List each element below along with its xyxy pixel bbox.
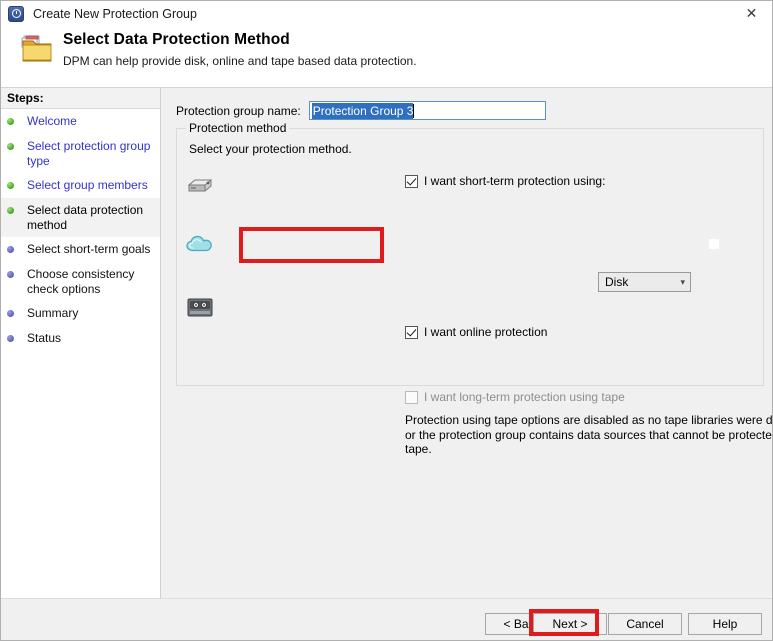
protection-method-groupbox: Protection method Select your protection… <box>176 121 764 386</box>
step-bullet-icon <box>7 310 14 317</box>
create-protection-group-dialog: Create New Protection Group ✕ Select Dat… <box>0 0 773 641</box>
sidebar-item-label: Select data protection method <box>27 203 144 232</box>
folder-icon <box>21 35 52 62</box>
window-title: Create New Protection Group <box>33 6 197 21</box>
cancel-button[interactable]: Cancel <box>608 613 682 635</box>
step-bullet-icon <box>7 271 14 278</box>
sidebar-item-status: Status <box>1 326 160 351</box>
step-bullet-icon <box>7 207 14 214</box>
protection-group-name-input[interactable]: Protection Group 3 <box>308 101 546 120</box>
steps-sidebar: Steps: Welcome Select protection group t… <box>1 88 161 598</box>
protection-group-name-row: Protection group name: Protection Group … <box>176 101 546 120</box>
step-bullet-icon <box>7 143 14 150</box>
clock-recovery-icon <box>8 5 24 22</box>
step-bullet-icon <box>7 118 14 125</box>
step-bullet-icon <box>7 335 14 342</box>
main-content: Protection group name: Protection Group … <box>162 88 773 598</box>
short-term-protection-checkbox[interactable] <box>405 174 418 188</box>
sidebar-item-label: Select short-term goals <box>27 242 151 256</box>
sidebar-item-select-short-term-goals: Select short-term goals <box>1 237 160 262</box>
protection-group-name-label: Protection group name: <box>176 103 301 118</box>
step-bullet-icon <box>7 246 14 253</box>
short-term-protection-checkbox-row[interactable]: I want short-term protection using: <box>405 174 605 188</box>
short-term-media-select[interactable]: Disk ▾ <box>598 272 691 292</box>
cloud-icon <box>186 235 212 252</box>
sidebar-item-choose-consistency-check-options: Choose consistency check options <box>1 262 160 301</box>
tape-disabled-note: Protection using tape options are disabl… <box>405 413 773 456</box>
dialog-footer: < Back Next > Cancel Help <box>1 598 772 640</box>
long-term-tape-protection-checkbox-row: I want long-term protection using tape <box>405 390 625 404</box>
sidebar-item-select-group-members[interactable]: Select group members <box>1 173 160 198</box>
tape-cartridge-icon <box>187 298 213 317</box>
sidebar-item-label: Select protection group type <box>27 139 151 168</box>
close-icon[interactable]: ✕ <box>729 1 772 26</box>
text-caret <box>413 103 415 118</box>
sidebar-item-label: Status <box>27 331 62 345</box>
chevron-down-icon: ▾ <box>680 276 685 287</box>
sidebar-item-select-data-protection-method[interactable]: Select data protection method <box>1 198 160 237</box>
step-bullet-icon <box>7 182 14 189</box>
next-button[interactable]: Next > <box>533 613 607 635</box>
online-protection-checkbox[interactable] <box>405 325 418 339</box>
dialog-header: Select Data Protection Method DPM can he… <box>1 26 772 88</box>
long-term-tape-protection-label: I want long-term protection using tape <box>424 390 625 404</box>
steps-heading: Steps: <box>1 88 160 109</box>
online-protection-checkbox-row[interactable]: I want online protection <box>405 325 547 339</box>
protection-method-legend: Protection method <box>186 121 290 135</box>
page-title: Select Data Protection Method <box>63 31 290 48</box>
protection-group-name-value: Protection Group 3 <box>311 102 414 119</box>
sidebar-item-label: Select group members <box>27 178 148 192</box>
page-subtitle: DPM can help provide disk, online and ta… <box>63 54 417 68</box>
screenshot-artifact <box>709 239 719 249</box>
sidebar-item-label: Choose consistency check options <box>27 267 135 296</box>
sidebar-item-select-protection-group-type[interactable]: Select protection group type <box>1 134 160 173</box>
sidebar-item-label: Summary <box>27 306 79 320</box>
short-term-media-value: Disk <box>605 275 629 289</box>
sidebar-item-welcome[interactable]: Welcome <box>1 109 160 134</box>
long-term-tape-protection-checkbox <box>405 390 418 404</box>
title-bar: Create New Protection Group ✕ <box>1 1 772 26</box>
protection-method-description: Select your protection method. <box>189 142 352 156</box>
short-term-protection-label: I want short-term protection using: <box>424 174 606 188</box>
online-protection-label: I want online protection <box>424 325 548 339</box>
disk-drive-icon <box>187 179 213 192</box>
sidebar-item-label: Welcome <box>27 114 77 128</box>
sidebar-item-summary: Summary <box>1 301 160 326</box>
help-button[interactable]: Help <box>688 613 762 635</box>
